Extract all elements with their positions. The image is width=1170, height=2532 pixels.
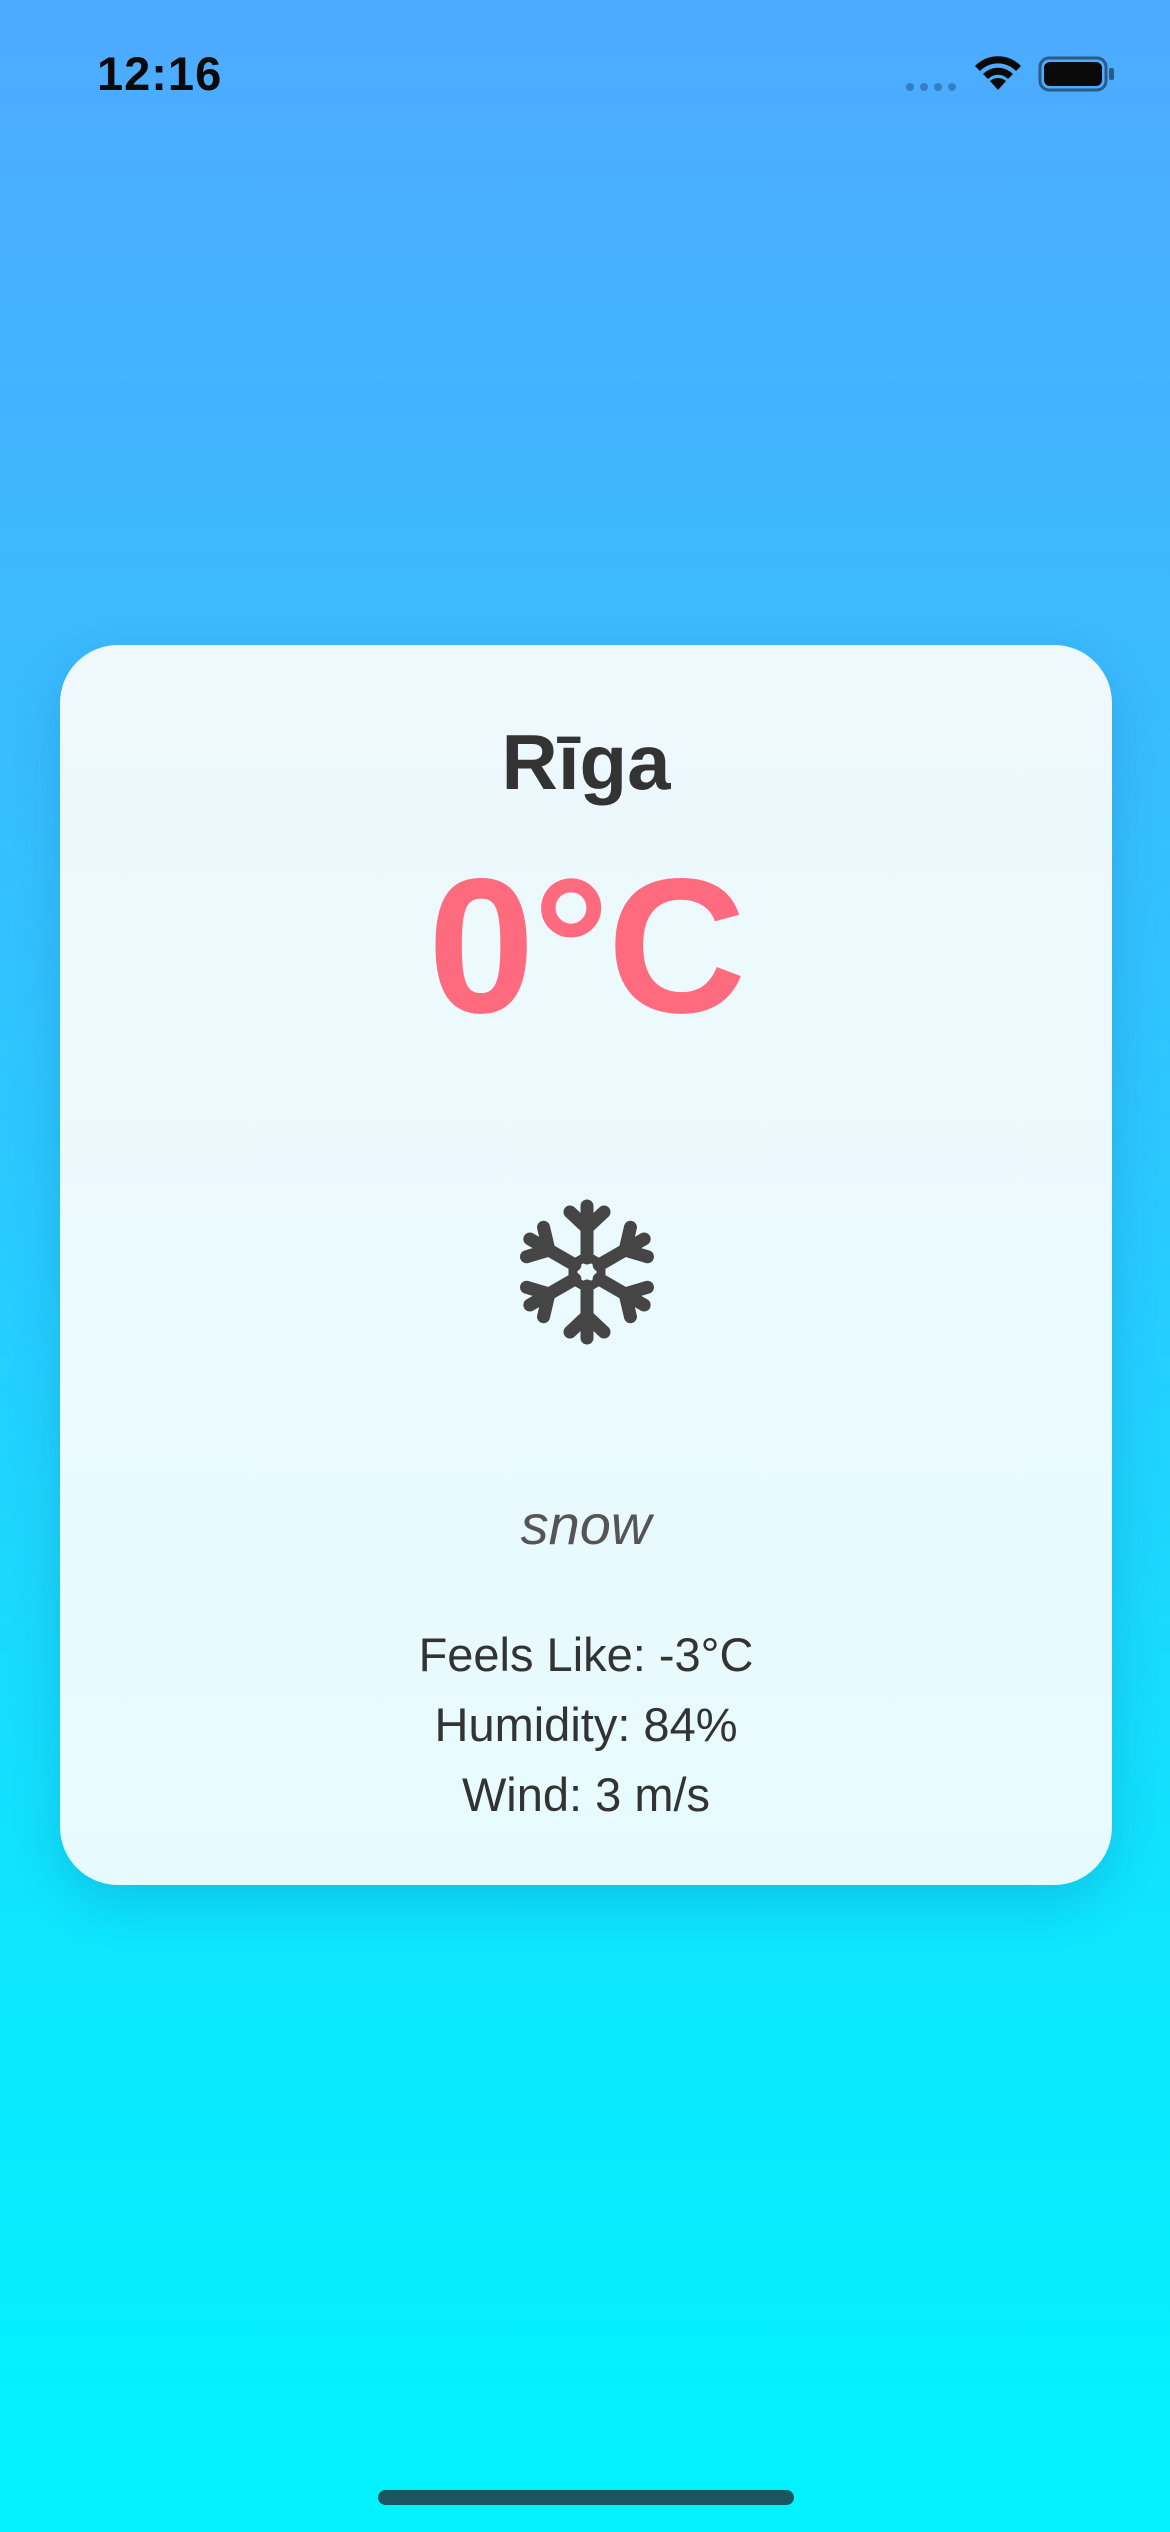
temperature: 0°C xyxy=(427,838,746,1053)
home-indicator[interactable] xyxy=(378,2490,794,2505)
weather-card: Rīga 0°C snow Feels Like: -3°C Humidity:… xyxy=(60,645,1112,1885)
status-bar: 12:16 xyxy=(0,0,1170,150)
city-name: Rīga xyxy=(501,718,671,806)
signal-dots-icon xyxy=(906,83,956,91)
wind-text: Wind: 3 m/s xyxy=(461,1768,711,1821)
status-time: 12:16 xyxy=(97,47,223,100)
battery-icon xyxy=(1038,56,1114,92)
weather-description: snow xyxy=(520,1493,652,1556)
feels-like-text: Feels Like: -3°C xyxy=(418,1628,754,1681)
humidity-text: Humidity: 84% xyxy=(434,1698,738,1751)
weather-details: Feels Like: -3°C Humidity: 84% Wind: 3 m… xyxy=(60,1620,1112,1830)
wifi-icon xyxy=(975,56,1021,90)
snowflake-icon xyxy=(520,1199,654,1345)
